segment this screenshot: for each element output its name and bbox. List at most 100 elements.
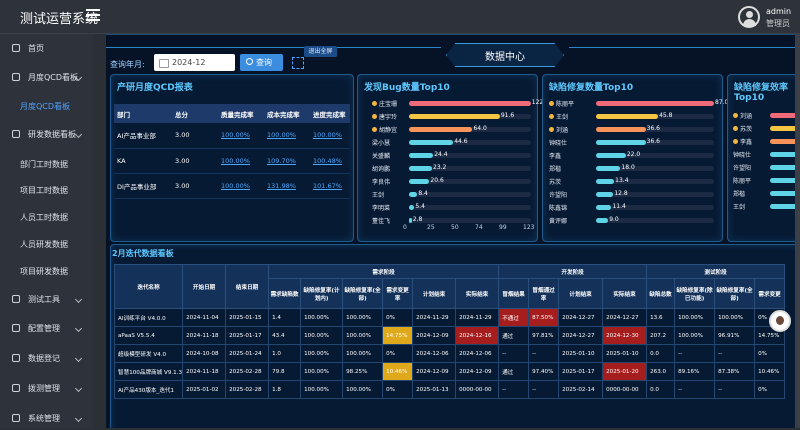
bar-name: 钟晓仕	[733, 152, 752, 159]
sidebar-item-label: 拨测管理	[28, 383, 60, 393]
chevron-down-icon	[74, 384, 83, 392]
bar-name: 陈丽平	[556, 101, 575, 108]
bar-name: 苏茨	[740, 126, 753, 133]
sidebar-item[interactable]: 月度QCD看板	[0, 65, 93, 89]
rate-link[interactable]: 100.00%	[218, 123, 264, 149]
table-cell: 100.00%	[674, 308, 716, 327]
table-cell: 2025-01-17	[225, 326, 270, 345]
bar-name: 梁小慧	[372, 140, 391, 147]
bar-value: 11.4	[612, 203, 626, 210]
table-header-cell: 总分	[172, 104, 218, 123]
table-header-cell: 计划结束	[412, 278, 457, 309]
chevron-down-icon	[74, 414, 83, 422]
sidebar-item[interactable]: 人员研发数据	[0, 232, 93, 256]
bar-fill	[596, 192, 614, 197]
sidebar-item[interactable]: 项目工时数据	[0, 178, 93, 202]
table-cell: 100.00%	[342, 380, 384, 399]
rate-link[interactable]: 100.00%	[264, 123, 310, 149]
sidebar-item[interactable]: 部门工时数据	[0, 152, 93, 176]
axis-tick-label: 25	[427, 224, 435, 231]
sidebar-item[interactable]: 项目研发数据	[0, 259, 93, 283]
table-header-cell: 部门	[114, 104, 172, 123]
grid-icon	[12, 73, 20, 81]
axis-tick-label: 50	[451, 224, 459, 231]
table-row: 超级模型研发 V4.0 2024-10-08 2025-01-24 1.0 100.00…	[113, 344, 786, 363]
rate-link[interactable]: 101.67%	[310, 173, 350, 199]
doc-icon	[12, 354, 20, 362]
table-header-cell: 质量完成率	[218, 104, 264, 123]
bar-value: 18.0	[621, 164, 635, 171]
sidebar-item[interactable]: 研发数据看板	[0, 122, 93, 146]
table-cell: 2025-02-28	[225, 362, 270, 381]
table-cell: AI训练平台 V4.0.0	[113, 308, 184, 327]
table-cell: 100.00%	[714, 308, 756, 327]
assistant-avatar-icon[interactable]	[769, 310, 791, 332]
rate-link[interactable]: 109.70%	[264, 148, 310, 174]
table-header-cell: 进度完成率	[310, 104, 350, 123]
bar-fill	[596, 179, 615, 184]
rate-link[interactable]: 100.00%	[310, 123, 350, 149]
table-cell: 1.8	[268, 380, 302, 399]
rate-link[interactable]: 100.00%	[218, 173, 264, 199]
rate-link[interactable]: 100.48%	[310, 148, 350, 174]
table-cell: 100.00%	[342, 326, 384, 345]
bar-name: 庄宝珊	[379, 101, 398, 108]
sidebar-item-label: 项目研发数据	[20, 266, 68, 276]
table-cell: 100.00%	[300, 362, 344, 381]
bar-name: 王剑	[556, 114, 569, 121]
sidebar-item[interactable]: 月度QCD看板	[0, 94, 93, 118]
table-header-cell: 缺陷总数	[646, 278, 676, 309]
table-cell: 通过	[498, 362, 530, 381]
medal-icon	[733, 126, 738, 131]
bar-fill	[596, 140, 646, 145]
table-cell: 3.00	[172, 173, 218, 199]
fullscreen-icon[interactable]	[292, 57, 304, 69]
bar-value: 13.4	[615, 177, 629, 184]
table-cell: 2024-12-09	[412, 326, 457, 345]
table-header-row: 迭代名称 开始日期 结束日期 需求阶段 开发阶段 测试阶段	[113, 264, 786, 309]
table-cell: 97.40%	[528, 362, 560, 381]
query-button[interactable]: 查询	[240, 54, 283, 71]
sidebar-item[interactable]: 数据登记	[0, 346, 93, 370]
table-cell: 通过	[498, 326, 530, 345]
rate-link[interactable]: 131.98%	[264, 173, 310, 199]
sidebar-item[interactable]: 人员工时数据	[0, 205, 93, 229]
table-cell: 2024-12-06	[412, 344, 457, 363]
table-cell: 0%	[754, 380, 786, 399]
sidebar-item-label: 人员研发数据	[20, 239, 68, 249]
axis-tick-label: 74	[475, 224, 483, 231]
home-icon	[12, 44, 20, 52]
medal-icon	[549, 114, 554, 119]
table-cell: 0%	[382, 344, 414, 363]
bar-name: 李鑫	[549, 153, 562, 160]
page-scrollbar[interactable]	[795, 34, 800, 428]
table-cell: 智慧100品牌商城 V9.1.3	[113, 362, 184, 381]
month-picker[interactable]: 2024-12	[154, 54, 235, 71]
table-cell: 100.00%	[342, 344, 384, 363]
sidebar-item[interactable]: 拨测管理	[0, 376, 93, 400]
table-header-cell: 成本完成率	[264, 104, 310, 123]
hamburger-icon[interactable]	[86, 9, 100, 21]
sidebar-item[interactable]: 测试工具	[0, 287, 93, 311]
table-cell: 87.38%	[714, 362, 756, 381]
sidebar-item[interactable]: 首页	[0, 36, 93, 60]
table-cell: 13.6	[646, 308, 676, 327]
chart-icon	[12, 130, 20, 138]
bar-fill	[409, 153, 434, 158]
table-cell: --	[674, 380, 716, 399]
medal-icon	[549, 101, 554, 106]
table-cell: --	[528, 380, 560, 399]
bar-name: 王剑	[733, 204, 746, 211]
user-avatar-icon[interactable]	[738, 6, 760, 28]
table-cell: 2024-12-16	[455, 326, 500, 345]
rate-link[interactable]: 100.00%	[218, 148, 264, 174]
user-name[interactable]: admin	[766, 7, 791, 16]
exit-fullscreen-button[interactable]: 退出全屏	[304, 46, 337, 57]
sidebar-item[interactable]: 配置管理	[0, 316, 93, 340]
table-cell: 2024-12-27	[558, 308, 604, 327]
bar-name: 陈鑫锦	[549, 205, 568, 212]
sidebar: 首页月度QCD看板 月度QCD看板 研发数据看板 部门工时数据 项目工时数据 人员工时数据…	[0, 34, 93, 428]
table-cell: 89.16%	[674, 362, 716, 381]
group-header-cell: 开发阶段	[498, 264, 648, 279]
sidebar-item[interactable]: 系统管理	[0, 406, 93, 430]
